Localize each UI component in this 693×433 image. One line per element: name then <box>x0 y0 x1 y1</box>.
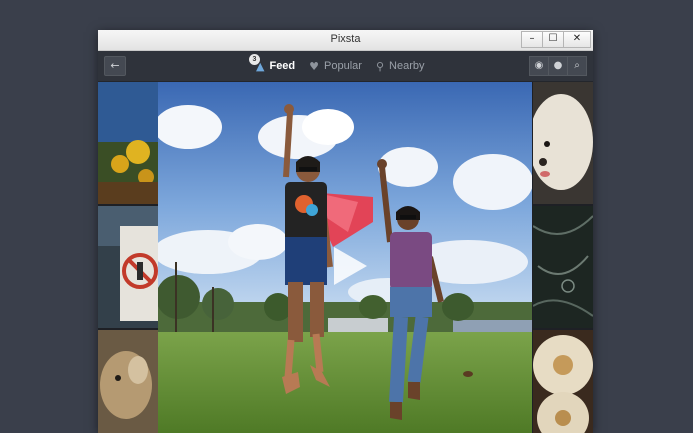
main-photo[interactable] <box>158 82 532 433</box>
profile-button[interactable]: ● <box>548 56 568 76</box>
tab-feed[interactable]: 3 ▲ Feed <box>249 53 296 73</box>
thumbnail-dog[interactable] <box>98 330 158 433</box>
white-dog-photo <box>533 82 593 204</box>
maximize-button[interactable]: ☐ <box>542 31 564 48</box>
thumbnail-records[interactable] <box>533 330 593 433</box>
tab-popular-label: Popular <box>324 60 362 72</box>
camera-button[interactable]: ◉ <box>529 56 549 76</box>
thumbnail-sign[interactable] <box>98 206 158 328</box>
search-icon: ⌕ <box>574 60 580 71</box>
records-photo <box>533 330 593 433</box>
user-icon: ● <box>553 60 563 71</box>
toolbar-actions: ◉ ● ⌕ <box>529 56 587 76</box>
tab-nearby[interactable]: ⚲ Nearby <box>376 60 425 73</box>
back-arrow-icon: ← <box>110 59 120 72</box>
sign-photo <box>98 206 158 328</box>
thumbnail-white-dog[interactable] <box>533 82 593 204</box>
minimize-button[interactable]: – <box>521 31 543 48</box>
app-toolbar: ← 3 ▲ Feed ♥ Popular ⚲ Nearby ◉ ● ⌕ <box>98 51 593 82</box>
window-title: Pixsta <box>330 33 361 45</box>
main-nav: 3 ▲ Feed ♥ Popular ⚲ Nearby <box>249 51 438 81</box>
app-window: Pixsta – ☐ ✕ ← 3 ▲ Feed ♥ Popular ⚲ Near… <box>98 30 593 433</box>
feed-icon-wrap: 3 ▲ <box>249 53 269 73</box>
search-button[interactable]: ⌕ <box>567 56 587 76</box>
tab-nearby-label: Nearby <box>389 60 425 72</box>
camera-icon: ◉ <box>534 60 544 71</box>
thumbnail-flowers[interactable] <box>98 82 158 204</box>
thumbnail-abstract[interactable] <box>533 206 593 328</box>
photo-grid <box>98 82 593 433</box>
title-bar[interactable]: Pixsta – ☐ ✕ <box>98 30 593 51</box>
feed-count-badge: 3 <box>249 53 260 65</box>
heart-icon: ♥ <box>309 59 320 73</box>
abstract-photo <box>533 206 593 328</box>
close-button[interactable]: ✕ <box>563 31 591 48</box>
window-controls: – ☐ ✕ <box>521 31 591 48</box>
flowers-photo <box>98 82 158 204</box>
pin-icon: ⚲ <box>375 59 385 73</box>
back-button[interactable]: ← <box>104 56 126 76</box>
dog-photo <box>98 330 158 433</box>
play-icon[interactable] <box>334 247 367 285</box>
tab-popular[interactable]: ♥ Popular <box>309 60 362 73</box>
tab-feed-label: Feed <box>269 60 296 72</box>
